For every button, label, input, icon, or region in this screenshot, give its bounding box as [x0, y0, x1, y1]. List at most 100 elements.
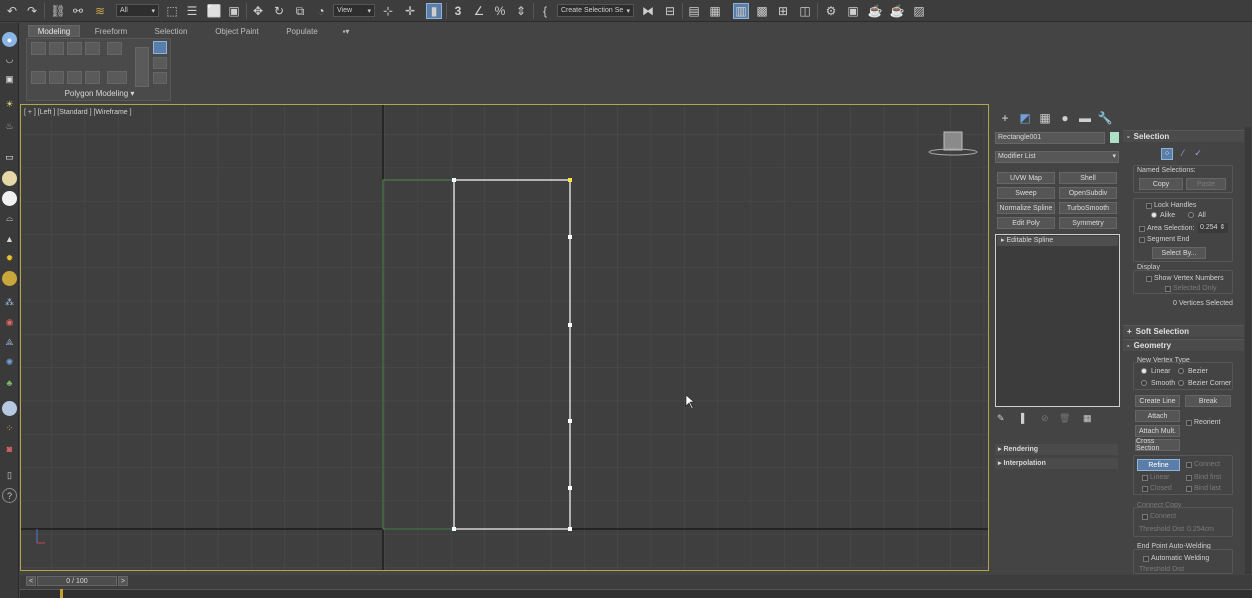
redo-icon[interactable]: ↷: [24, 3, 40, 19]
tab-freeform[interactable]: Freeform: [86, 25, 136, 37]
keyboard-shortcut-override-icon[interactable]: ▮: [426, 3, 442, 19]
render-production-icon[interactable]: ☕: [867, 3, 883, 19]
material-editor-icon[interactable]: ◫: [797, 3, 813, 19]
box-icon[interactable]: ▣: [2, 72, 17, 87]
segment-end-checkbox[interactable]: [1139, 237, 1145, 243]
teapot-icon[interactable]: ♨: [2, 119, 17, 134]
motion-tab-icon[interactable]: ●: [1057, 110, 1073, 126]
ribbon-tool-button[interactable]: [49, 42, 64, 55]
soft-selection-rollout-header[interactable]: + Soft Selection: [1123, 325, 1244, 337]
spline-vertex[interactable]: [452, 178, 456, 182]
selection-rollout-header[interactable]: - Selection: [1123, 130, 1244, 142]
reorient-checkbox[interactable]: [1186, 420, 1192, 426]
ribbon-options-icon[interactable]: ▪▾: [336, 25, 356, 37]
select-by-name-icon[interactable]: ☰: [184, 3, 200, 19]
all-radio[interactable]: [1188, 212, 1194, 218]
closed-checkbox[interactable]: [1142, 486, 1148, 492]
attach-button[interactable]: Attach: [1135, 410, 1180, 422]
layer-explorer-icon[interactable]: ▤: [686, 3, 702, 19]
time-slider-thumb[interactable]: 0 / 100: [37, 576, 117, 586]
ribbon-tool-button[interactable]: [135, 47, 149, 87]
snaps-toggle-icon[interactable]: 3: [450, 3, 466, 19]
sweep-button[interactable]: Sweep: [997, 187, 1055, 199]
show-end-result-icon[interactable]: ▌: [1021, 413, 1027, 423]
view-cube[interactable]: [943, 131, 963, 151]
rollout-scrollbar[interactable]: [1245, 127, 1251, 574]
named-selection-set-dropdown[interactable]: Create Selection Se ▾: [557, 4, 634, 17]
ribbon-panel-title[interactable]: Polygon Modeling ▾: [27, 89, 172, 98]
scene-explorer-icon[interactable]: ▥: [733, 3, 749, 19]
area-selection-checkbox[interactable]: [1139, 226, 1145, 232]
ribbon-tool-button[interactable]: [31, 42, 46, 55]
tab-populate[interactable]: Populate: [276, 25, 328, 37]
torus-icon[interactable]: [2, 271, 17, 286]
configure-modifier-sets-icon[interactable]: ▦: [1083, 413, 1092, 424]
selected-only-checkbox[interactable]: [1165, 286, 1171, 292]
bezier-corner-radio[interactable]: [1178, 380, 1184, 386]
next-frame-button[interactable]: >: [118, 576, 128, 586]
plane-icon[interactable]: ▭: [2, 150, 17, 165]
ribbon-tool-button[interactable]: [85, 42, 100, 55]
sphere-icon[interactable]: ●: [2, 32, 17, 47]
sun-icon[interactable]: ✹: [2, 251, 17, 266]
track-bar[interactable]: [20, 589, 1252, 598]
normalize-spline-button[interactable]: Normalize Spline: [997, 202, 1055, 214]
vertex-mode-icon[interactable]: ⁘: [1161, 148, 1173, 160]
window-crossing-icon[interactable]: ▣: [226, 3, 242, 19]
ribbon-tool-button[interactable]: [67, 42, 82, 55]
bones-icon[interactable]: ⟁: [2, 335, 17, 350]
paste-button[interactable]: Paste: [1186, 178, 1226, 190]
ribbon-tool-button[interactable]: [67, 71, 82, 84]
cone-icon[interactable]: ▲: [2, 231, 17, 246]
percent-snap-icon[interactable]: %: [492, 3, 508, 19]
object-name-field[interactable]: Rectangle001: [995, 132, 1105, 144]
scale-icon[interactable]: ⧉: [292, 3, 308, 19]
connect-copy-checkbox[interactable]: [1142, 514, 1148, 520]
make-unique-icon[interactable]: ⊘: [1041, 413, 1049, 424]
shell-button[interactable]: Shell: [1059, 172, 1117, 184]
place-icon[interactable]: ◔: [313, 3, 329, 19]
remove-modifier-icon[interactable]: 🗑: [1059, 413, 1070, 424]
spline-mode-icon[interactable]: ✓: [1192, 148, 1204, 160]
select-object-icon[interactable]: ⬚: [164, 3, 180, 19]
light-bulb-icon[interactable]: ☀: [2, 97, 17, 112]
mirror-icon[interactable]: ⧓: [640, 3, 656, 19]
sphere-white-icon[interactable]: [2, 191, 17, 206]
rotate-icon[interactable]: ↻: [271, 3, 287, 19]
link-icon[interactable]: ⛓: [50, 3, 66, 19]
tab-modeling[interactable]: Modeling: [28, 25, 80, 37]
render-setup-icon[interactable]: ⚙: [823, 3, 839, 19]
break-button[interactable]: Break: [1185, 395, 1231, 407]
tube-icon[interactable]: ⌓: [2, 211, 17, 226]
material-sphere-icon[interactable]: [2, 401, 17, 416]
attach-mult-button[interactable]: Attach Mult.: [1135, 425, 1180, 437]
copy-button[interactable]: Copy: [1139, 178, 1183, 190]
space-warp-icon[interactable]: ✺: [2, 355, 17, 370]
reference-coordinate-dropdown[interactable]: View ▾: [333, 4, 375, 17]
geometry-rollout-header[interactable]: - Geometry: [1123, 339, 1244, 351]
previous-frame-button[interactable]: <: [26, 576, 36, 586]
ribbon-tool-button[interactable]: [85, 71, 100, 84]
smooth-radio[interactable]: [1141, 380, 1147, 386]
render-in-cloud-icon[interactable]: ▨: [911, 3, 927, 19]
ribbon-tool-button[interactable]: [31, 71, 46, 84]
helper-icon[interactable]: ◉: [2, 315, 17, 330]
edit-poly-button[interactable]: Edit Poly: [997, 217, 1055, 229]
threshold-dist-value[interactable]: 0.254cm: [1187, 526, 1214, 533]
align-icon[interactable]: ⊟: [662, 3, 678, 19]
turbosmooth-button[interactable]: TurboSmooth: [1059, 202, 1117, 214]
tab-object-paint[interactable]: Object Paint: [206, 25, 268, 37]
lock-handles-checkbox[interactable]: [1146, 203, 1152, 209]
linear-radio[interactable]: [1141, 368, 1147, 374]
rectangular-selection-icon[interactable]: ⬜: [206, 3, 222, 19]
render-iterative-icon[interactable]: ☕: [889, 3, 905, 19]
file-icon[interactable]: ▯: [2, 468, 17, 483]
undo-icon[interactable]: ↶: [4, 3, 20, 19]
color-dots-icon[interactable]: ⁘: [2, 421, 17, 436]
rendered-frame-window-icon[interactable]: ▣: [845, 3, 861, 19]
schematic-view-icon[interactable]: ⊞: [775, 3, 791, 19]
spline-vertex[interactable]: [568, 323, 572, 327]
cylinder-icon[interactable]: ◡: [2, 52, 17, 67]
spinner-snap-icon[interactable]: ⇕: [513, 3, 529, 19]
opensubdiv-button[interactable]: OpenSubdiv: [1059, 187, 1117, 199]
